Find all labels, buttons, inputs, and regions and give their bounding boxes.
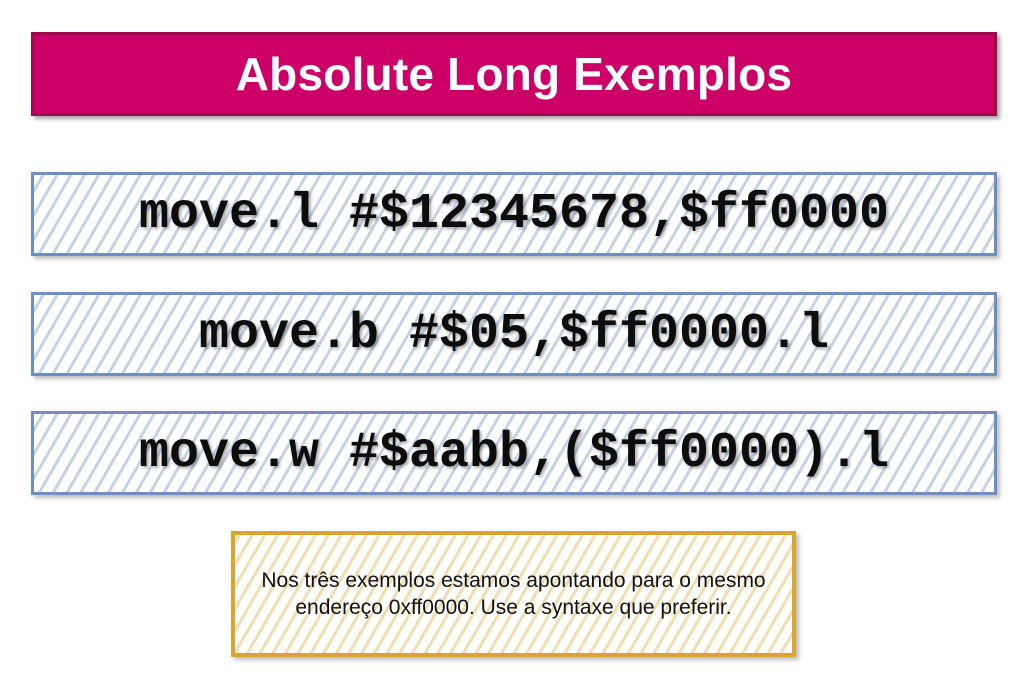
slide-title: Absolute Long Exemplos	[235, 48, 793, 100]
code-example-text: move.b #$05,$ff0000.l	[198, 305, 830, 363]
note-box: Nos três exemplos estamos apontando para…	[231, 531, 796, 657]
code-example-text: move.w #$aabb,($ff0000).l	[138, 424, 890, 482]
code-example-box: move.w #$aabb,($ff0000).l	[31, 411, 997, 495]
slide: Absolute Long Exemplos move.l #$12345678…	[0, 0, 1032, 692]
code-example-box: move.b #$05,$ff0000.l	[31, 292, 997, 376]
title-banner: Absolute Long Exemplos	[31, 32, 997, 116]
code-example-text: move.l #$12345678,$ff0000	[138, 185, 890, 243]
note-text: Nos três exemplos estamos apontando para…	[261, 569, 766, 619]
code-example-box: move.l #$12345678,$ff0000	[31, 172, 997, 256]
